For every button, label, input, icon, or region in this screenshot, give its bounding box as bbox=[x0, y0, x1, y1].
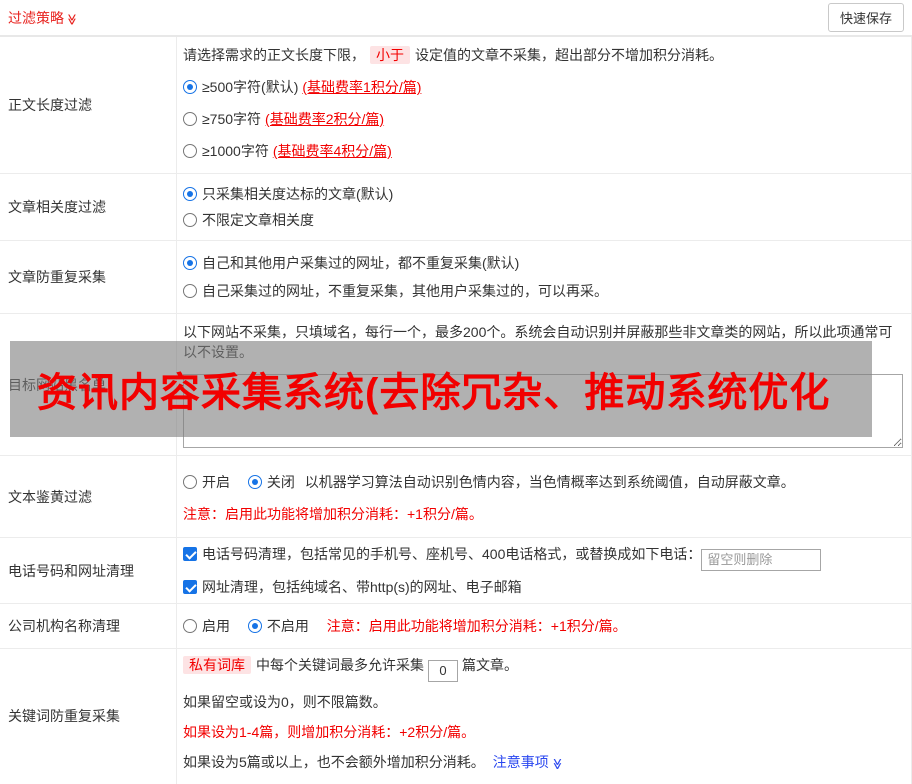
less-than-badge: 小于 bbox=[370, 46, 410, 64]
radio-company-cleanup-on[interactable] bbox=[183, 619, 197, 633]
row-porn-filter: 文本鉴黄过滤 开启 关闭 以机器学习算法自动识别色情内容，当色情概率达到系统阈值… bbox=[0, 456, 911, 538]
option-line: 启用 不启用 注意：启用此功能将增加积分消耗：+1积分/篇。 bbox=[183, 616, 903, 636]
row-label-text: 正文长度过滤 bbox=[8, 95, 92, 115]
radio-porn-filter-on-label[interactable]: 开启 bbox=[202, 474, 230, 490]
radio-dedupe-all-users[interactable] bbox=[183, 256, 197, 270]
radio-company-cleanup-off[interactable] bbox=[248, 619, 262, 633]
row-content-phone-url: 电话号码清理，包括常见的手机号、座机号、400电话格式，或替换成如下电话： 网址… bbox=[177, 538, 911, 603]
radio-min-500-chars[interactable] bbox=[183, 80, 197, 94]
row-label-relevance: 文章相关度过滤 bbox=[0, 174, 177, 240]
length-filter-intro: 请选择需求的正文长度下限， 小于设定值的文章不采集，超出部分不增加积分消耗。 bbox=[183, 45, 903, 65]
row-label-company-cleanup: 公司机构名称清理 bbox=[0, 604, 177, 648]
radio-company-cleanup-on-label[interactable]: 启用 bbox=[202, 618, 230, 634]
radio-dedupe-self-only-label[interactable]: 自己采集过的网址，不重复采集，其他用户采集过的，可以再采。 bbox=[202, 283, 608, 299]
keyword-note-zero: 如果留空或设为0，则不限篇数。 bbox=[183, 692, 903, 712]
watermark-overlay: 资讯内容采集系统(去除冗杂、推动系统优化 bbox=[10, 341, 872, 437]
row-label-keyword-limit: 关键词防重复采集 bbox=[0, 649, 177, 784]
radio-relevance-strict-label[interactable]: 只采集相关度达标的文章(默认) bbox=[202, 186, 393, 202]
radio-min-1000-chars[interactable] bbox=[183, 144, 197, 158]
checkbox-url-cleanup[interactable] bbox=[183, 580, 197, 594]
option-line: 只采集相关度达标的文章(默认) bbox=[183, 184, 903, 204]
row-relevance-filter: 文章相关度过滤 只采集相关度达标的文章(默认) 不限定文章相关度 bbox=[0, 174, 911, 241]
row-label-text: 文本鉴黄过滤 bbox=[8, 487, 92, 507]
row-label-text: 公司机构名称清理 bbox=[8, 616, 120, 636]
row-content-porn-filter: 开启 关闭 以机器学习算法自动识别色情内容，当色情概率达到系统阈值，自动屏蔽文章… bbox=[177, 456, 911, 537]
fee-note-2-credits: (基础费率2积分/篇) bbox=[265, 111, 384, 127]
checkbox-phone-cleanup[interactable] bbox=[183, 547, 197, 561]
option-line: ≥1000字符(基础费率4积分/篇) bbox=[183, 141, 903, 161]
keyword-note-five: 如果设为5篇或以上，也不会额外增加积分消耗。注意事项≫ bbox=[183, 752, 903, 774]
radio-min-500-label[interactable]: ≥500字符(默认) bbox=[202, 79, 298, 95]
row-phone-url-cleanup: 电话号码和网址清理 电话号码清理，包括常见的手机号、座机号、400电话格式，或替… bbox=[0, 538, 911, 604]
row-label-text: 文章相关度过滤 bbox=[8, 197, 106, 217]
radio-porn-filter-off[interactable] bbox=[248, 475, 262, 489]
radio-min-1000-label[interactable]: ≥1000字符 bbox=[202, 143, 269, 159]
company-cleanup-cost-note: 注意：启用此功能将增加积分消耗：+1积分/篇。 bbox=[327, 618, 627, 634]
option-line: 电话号码清理，包括常见的手机号、座机号、400电话格式，或替换成如下电话： bbox=[183, 544, 903, 571]
keyword-note-five-text: 如果设为5篇或以上，也不会额外增加积分消耗。 bbox=[183, 754, 485, 770]
replacement-phone-input[interactable] bbox=[701, 549, 821, 571]
row-label-text: 关键词防重复采集 bbox=[8, 706, 120, 726]
page-title-text: 过滤策略 bbox=[8, 10, 64, 26]
porn-filter-cost-note: 注意：启用此功能将增加积分消耗：+1积分/篇。 bbox=[183, 504, 903, 524]
row-label-duplicate: 文章防重复采集 bbox=[0, 241, 177, 313]
radio-porn-filter-on[interactable] bbox=[183, 475, 197, 489]
option-line: 自己采集过的网址，不重复采集，其他用户采集过的，可以再采。 bbox=[183, 281, 903, 301]
keyword-note-cost: 如果设为1-4篇，则增加积分消耗：+2积分/篇。 bbox=[183, 722, 903, 742]
row-label-text: 文章防重复采集 bbox=[8, 267, 106, 287]
row-label-porn-filter: 文本鉴黄过滤 bbox=[0, 456, 177, 537]
intro-post: 设定值的文章不采集，超出部分不增加积分消耗。 bbox=[415, 47, 723, 63]
keyword-count-input[interactable] bbox=[428, 660, 458, 682]
keyword-limit-line: 私有词库中每个关键词最多允许采集 篇文章。 bbox=[183, 655, 903, 682]
row-content-keyword-limit: 私有词库中每个关键词最多允许采集 篇文章。 如果留空或设为0，则不限篇数。 如果设… bbox=[177, 649, 911, 784]
row-company-name-cleanup: 公司机构名称清理 启用 不启用 注意：启用此功能将增加积分消耗：+1积分/篇。 bbox=[0, 604, 911, 649]
keyword-limit-text: 中每个关键词最多允许采集 bbox=[256, 657, 424, 673]
option-line: 自己和其他用户采集过的网址，都不重复采集(默认) bbox=[183, 253, 903, 273]
keyword-limit-text-end: 篇文章。 bbox=[462, 657, 518, 673]
radio-relevance-strict[interactable] bbox=[183, 187, 197, 201]
row-content-company-cleanup: 启用 不启用 注意：启用此功能将增加积分消耗：+1积分/篇。 bbox=[177, 604, 911, 648]
row-label-text: 电话号码和网址清理 bbox=[8, 561, 134, 581]
row-body-length-filter: 正文长度过滤 请选择需求的正文长度下限， 小于设定值的文章不采集，超出部分不增加积… bbox=[0, 37, 911, 174]
radio-dedupe-all-users-label[interactable]: 自己和其他用户采集过的网址，都不重复采集(默认) bbox=[202, 255, 519, 271]
fee-note-1-credit: (基础费率1积分/篇) bbox=[302, 79, 421, 95]
radio-relevance-any-label[interactable]: 不限定文章相关度 bbox=[202, 212, 314, 228]
option-line: ≥500字符(默认)(基础费率1积分/篇) bbox=[183, 77, 903, 97]
chevron-down-icon: ≫ bbox=[65, 13, 78, 25]
row-keyword-limit: 关键词防重复采集 私有词库中每个关键词最多允许采集 篇文章。 如果留空或设为0，则… bbox=[0, 649, 911, 784]
radio-min-750-chars[interactable] bbox=[183, 112, 197, 126]
checkbox-phone-cleanup-label[interactable]: 电话号码清理，包括常见的手机号、座机号、400电话格式，或替换成如下电话： bbox=[202, 546, 701, 562]
porn-filter-description: 以机器学习算法自动识别色情内容，当色情概率达到系统阈值，自动屏蔽文章。 bbox=[305, 474, 795, 490]
radio-company-cleanup-off-label[interactable]: 不启用 bbox=[267, 618, 309, 634]
page-title[interactable]: 过滤策略≫ bbox=[8, 8, 78, 28]
top-toolbar: 过滤策略≫ 快速保存 bbox=[0, 0, 912, 37]
radio-porn-filter-off-label[interactable]: 关闭 bbox=[267, 474, 295, 490]
radio-min-750-label[interactable]: ≥750字符 bbox=[202, 111, 261, 127]
row-label-body-length: 正文长度过滤 bbox=[0, 37, 177, 173]
option-line: 开启 关闭 以机器学习算法自动识别色情内容，当色情概率达到系统阈值，自动屏蔽文章… bbox=[183, 472, 903, 492]
private-lexicon-badge: 私有词库 bbox=[183, 656, 251, 674]
row-duplicate-filter: 文章防重复采集 自己和其他用户采集过的网址，都不重复采集(默认) 自己采集过的网… bbox=[0, 241, 911, 314]
option-line: 网址清理，包括纯域名、带http(s)的网址、电子邮箱 bbox=[183, 577, 903, 597]
radio-relevance-any[interactable] bbox=[183, 213, 197, 227]
option-line: 不限定文章相关度 bbox=[183, 210, 903, 230]
checkbox-url-cleanup-label[interactable]: 网址清理，包括纯域名、带http(s)的网址、电子邮箱 bbox=[202, 579, 522, 595]
notes-link[interactable]: 注意事项 bbox=[493, 754, 549, 770]
watermark-text: 资讯内容采集系统(去除冗杂、推动系统优化 bbox=[37, 360, 830, 418]
fee-note-4-credits: (基础费率4积分/篇) bbox=[273, 143, 392, 159]
row-content-relevance: 只采集相关度达标的文章(默认) 不限定文章相关度 bbox=[177, 174, 911, 240]
radio-dedupe-self-only[interactable] bbox=[183, 284, 197, 298]
intro-pre: 请选择需求的正文长度下限， bbox=[183, 47, 365, 63]
row-content-body-length: 请选择需求的正文长度下限， 小于设定值的文章不采集，超出部分不增加积分消耗。 ≥5… bbox=[177, 37, 911, 173]
option-line: ≥750字符(基础费率2积分/篇) bbox=[183, 109, 903, 129]
row-label-phone-url: 电话号码和网址清理 bbox=[0, 538, 177, 603]
row-content-duplicate: 自己和其他用户采集过的网址，都不重复采集(默认) 自己采集过的网址，不重复采集，… bbox=[177, 241, 911, 313]
quick-save-button[interactable]: 快速保存 bbox=[828, 3, 904, 32]
